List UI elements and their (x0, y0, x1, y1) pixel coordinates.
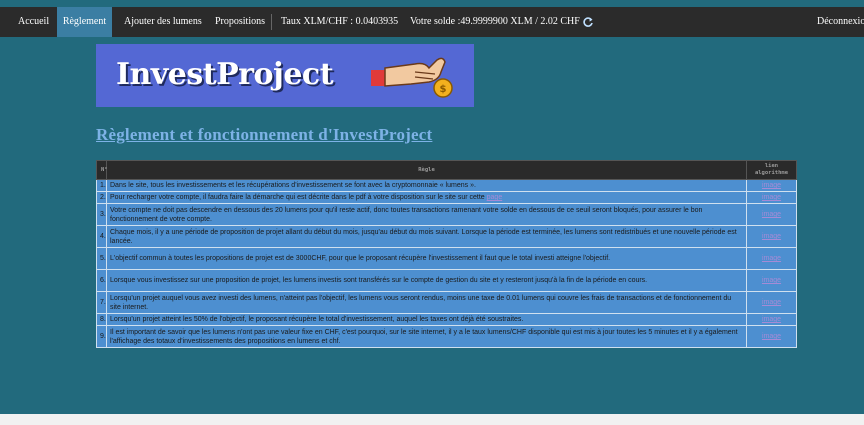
header-link: lien algorithme (746, 160, 797, 180)
hand-dropping-coin-icon: $ (371, 57, 453, 98)
rule-num: 1. (96, 179, 107, 192)
table-row: 4. Chaque mois, il y a une période de pr… (96, 225, 797, 248)
algorithm-image-link[interactable]: image (762, 255, 781, 262)
rule-num: 7. (96, 291, 107, 314)
table-row: 1. Dans le site, tous les investissement… (96, 179, 797, 192)
algorithm-image-link[interactable]: image (762, 299, 781, 306)
logo-text: InvestProject (116, 57, 334, 92)
rules-table-header: N° Règle lien algorithme (96, 160, 797, 180)
header-rule: Règle (106, 160, 747, 180)
rule-text: Dans le site, tous les investissements e… (106, 179, 747, 192)
algorithm-image-link[interactable]: image (762, 277, 781, 284)
table-row: 6. Lorsque vous investissez sur une prop… (96, 269, 797, 292)
rule-num: 9. (96, 325, 107, 348)
algorithm-image-link[interactable]: image (762, 233, 781, 240)
rule-text: Il est important de savoir que les lumen… (106, 325, 747, 348)
rule-num: 4. (96, 225, 107, 248)
rule-text: Votre compte ne doit pas descendre en de… (106, 203, 747, 226)
nav-separator (271, 14, 272, 30)
algorithm-image-link[interactable]: image (762, 333, 781, 340)
rule-num: 6. (96, 269, 107, 292)
rule-text-cell: Pour recharger votre compte, il faudra f… (106, 191, 747, 204)
nav-rules[interactable]: Règlement (57, 7, 112, 37)
rule-text: Lorsqu'un projet atteint les 50% de l'ob… (106, 313, 747, 326)
algorithm-image-link[interactable]: image (762, 182, 781, 189)
rule-num: 2. (96, 191, 107, 204)
nav-logout[interactable]: Déconnexion (817, 7, 864, 37)
exchange-rate: Taux XLM/CHF : 0.0403935 (281, 16, 399, 27)
algorithm-image-link[interactable]: image (762, 194, 781, 201)
rule-num: 3. (96, 203, 107, 226)
svg-text:$: $ (440, 84, 447, 95)
account-balance: Votre solde :49.9999900 XLM / 2.02 CHF (410, 16, 580, 27)
bottom-strip (0, 414, 864, 425)
recharge-page-link[interactable]: page (487, 194, 503, 201)
page-title: Règlement et fonctionnement d'InvestProj… (96, 125, 433, 144)
header-num: N° (96, 160, 108, 180)
rule-text: L'objectif commun à toutes les propositi… (106, 247, 747, 270)
investproject-logo: InvestProject $ (96, 44, 474, 107)
algorithm-image-link[interactable]: image (762, 316, 781, 323)
table-row: 8. Lorsqu'un projet atteint les 50% de l… (96, 313, 797, 326)
table-row: 2. Pour recharger votre compte, il faudr… (96, 191, 797, 204)
algorithm-image-link[interactable]: image (762, 211, 781, 218)
top-navbar: Accueil Règlement Ajouter des lumens Pro… (0, 7, 864, 37)
table-row: 9. Il est important de savoir que les lu… (96, 325, 797, 348)
nav-home[interactable]: Accueil (18, 7, 49, 37)
rules-table: N° Règle lien algorithme 1. Dans le site… (96, 160, 797, 348)
rule-text: Pour recharger votre compte, il faudra f… (110, 194, 487, 201)
table-row: 5. L'objectif commun à toutes les propos… (96, 247, 797, 270)
rule-text: Lorsque vous investissez sur une proposi… (106, 269, 747, 292)
refresh-icon[interactable] (582, 16, 594, 28)
rule-num: 5. (96, 247, 107, 270)
rule-num: 8. (96, 313, 107, 326)
table-row: 7. Lorsqu'un projet auquel vous avez inv… (96, 291, 797, 314)
rule-text: Chaque mois, il y a une période de propo… (106, 225, 747, 248)
rule-text: Lorsqu'un projet auquel vous avez invest… (106, 291, 747, 314)
table-row: 3. Votre compte ne doit pas descendre en… (96, 203, 797, 226)
nav-add-lumens[interactable]: Ajouter des lumens (124, 7, 202, 37)
nav-proposals[interactable]: Propositions (215, 7, 265, 37)
